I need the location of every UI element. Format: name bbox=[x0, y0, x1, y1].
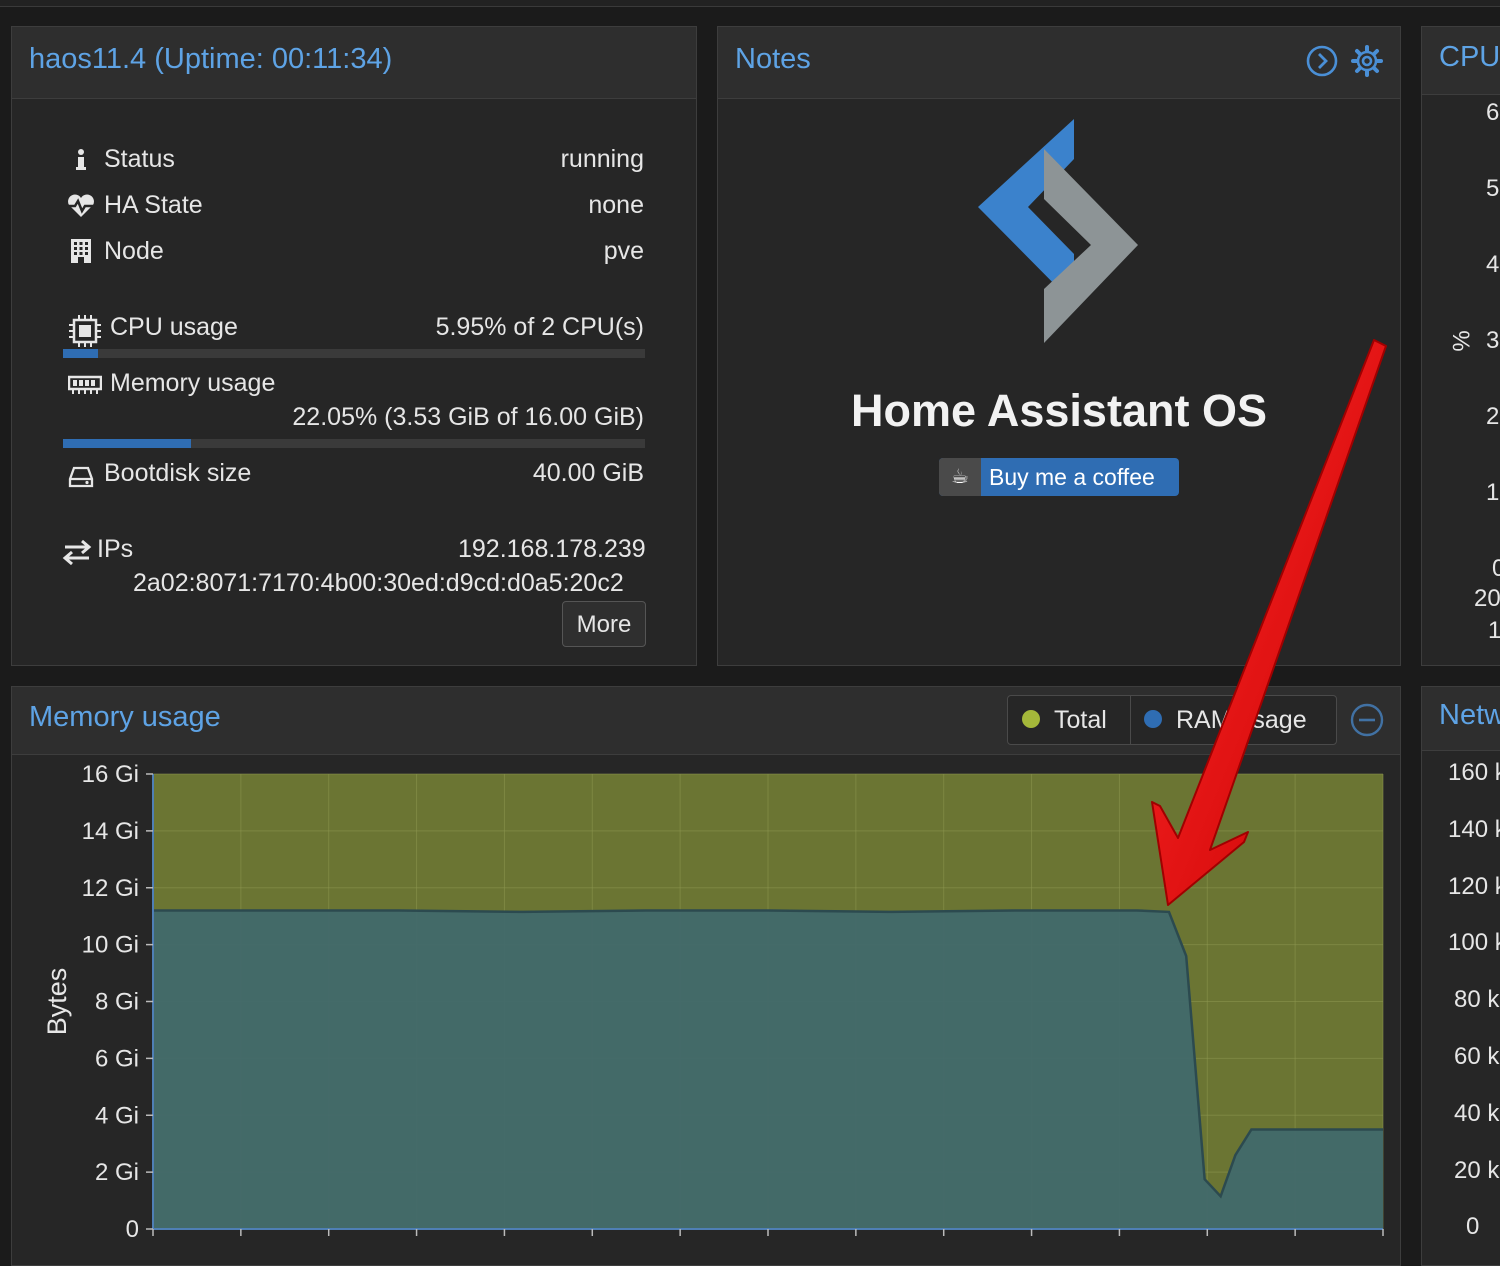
memory-chart-title: Memory usage bbox=[29, 701, 221, 733]
ips-label: IPs bbox=[97, 535, 134, 563]
cpu-y-tick: 4 bbox=[1486, 251, 1500, 278]
legend-dot-ram bbox=[1144, 710, 1162, 729]
network-y-tick: 60 k bbox=[1454, 1043, 1500, 1070]
memory-usage-bar bbox=[63, 439, 645, 448]
info-icon bbox=[76, 149, 86, 170]
bootdisk-label: Bootdisk size bbox=[104, 459, 252, 487]
cpu-y-tick: 2 bbox=[1486, 403, 1500, 430]
hard-disk-icon bbox=[68, 466, 94, 488]
top-toolbar-edge bbox=[0, 0, 1500, 7]
building-icon bbox=[71, 239, 91, 263]
memory-usage-value: 22.05% (3.53 GiB of 16.00 GiB) bbox=[292, 403, 644, 431]
y-tick-label: 16 Gi bbox=[82, 761, 139, 788]
buy-me-a-coffee-button[interactable]: ☕ Buy me a coffee bbox=[939, 458, 1179, 496]
y-tick-label: 12 Gi bbox=[82, 875, 139, 902]
cpu-usage-value: 5.95% of 2 CPU(s) bbox=[435, 313, 644, 341]
cpu-y-tick: 5 bbox=[1486, 175, 1500, 202]
network-y-tick: 0 bbox=[1466, 1213, 1480, 1241]
network-panel-title: Netw bbox=[1439, 699, 1500, 731]
network-y-tick: 80 k bbox=[1454, 986, 1500, 1014]
memory-module-icon bbox=[68, 375, 102, 394]
cpu-y-tick: 6 bbox=[1486, 99, 1500, 126]
memory-chart-header: Memory usage Total RAM usage bbox=[12, 687, 1400, 755]
memory-usage-chart: 0 2 Gi 4 Gi 6 Gi 8 Gi 10 Gi 12 Gi 14 Gi 16 Gi Byt… bbox=[42, 761, 1384, 1243]
network-y-tick: 40 k bbox=[1454, 1099, 1500, 1127]
cpu-panel-title: CPU bbox=[1439, 41, 1500, 73]
memory-chart-panel: Memory usage Total RAM usage 0 2 Gi 4 Gi 6 … bbox=[11, 686, 1401, 1266]
legend-item-total[interactable]: Total bbox=[1022, 696, 1107, 744]
cpu-usage-bar-fill bbox=[63, 349, 98, 358]
heartbeat-icon bbox=[68, 194, 94, 217]
ipv6-address: 2a02:8071:7170:4b00:30ed:d9cd:d0a5:20c2 bbox=[133, 569, 624, 597]
legend-label-ram: RAM usage bbox=[1176, 706, 1307, 734]
ha-state-label: HA State bbox=[104, 191, 203, 219]
y-tick-label: 8 Gi bbox=[95, 989, 139, 1016]
exchange-arrows-icon bbox=[62, 539, 92, 565]
cpu-x-tick: 20 bbox=[1474, 585, 1500, 612]
y-tick-label: 0 bbox=[126, 1216, 139, 1243]
y-tick-label: 14 Gi bbox=[82, 818, 139, 845]
legend-dot-total bbox=[1022, 710, 1040, 729]
notes-heading: Home Assistant OS bbox=[851, 385, 1267, 436]
cpu-y-tick: 1 bbox=[1486, 479, 1500, 506]
cpu-panel-header: CPU bbox=[1422, 27, 1500, 95]
legend-label-total: Total bbox=[1054, 706, 1107, 734]
cpu-y-tick: 0 bbox=[1492, 555, 1500, 582]
cpu-usage-label: CPU usage bbox=[110, 313, 238, 341]
status-panel: haos11.4 (Uptime: 00:11:34) Status runni… bbox=[11, 26, 697, 666]
gear-icon[interactable] bbox=[1350, 44, 1384, 78]
node-value: pve bbox=[603, 237, 644, 265]
network-y-tick: 20 k bbox=[1454, 1156, 1500, 1184]
coffee-button-label: Buy me a coffee bbox=[989, 464, 1155, 490]
legend-item-ram-usage[interactable]: RAM usage bbox=[1144, 696, 1307, 744]
ipv4-address: 192.168.178.239 bbox=[458, 535, 646, 563]
cpu-panel: CPU 6 5 4 % 3 2 1 0 20 1 bbox=[1421, 26, 1500, 666]
network-y-tick: 120 k bbox=[1448, 872, 1500, 900]
memory-usage-bar-fill bbox=[63, 439, 192, 448]
chart-legend: Total RAM usage bbox=[1007, 695, 1337, 745]
notes-panel-header: Notes bbox=[718, 27, 1400, 99]
bootdisk-value: 40.00 GiB bbox=[532, 459, 644, 487]
status-panel-header: haos11.4 (Uptime: 00:11:34) bbox=[12, 27, 696, 99]
status-panel-title: haos11.4 (Uptime: 00:11:34) bbox=[29, 43, 393, 75]
legend-divider bbox=[1130, 696, 1131, 744]
network-y-tick: 100 k bbox=[1448, 929, 1500, 957]
ha-state-value: none bbox=[588, 191, 644, 219]
cpu-x-tick: 1 bbox=[1488, 617, 1500, 644]
y-axis-label: Bytes bbox=[42, 968, 72, 1036]
chevron-right-circle-icon[interactable] bbox=[1305, 44, 1339, 78]
network-y-tick: 140 k bbox=[1448, 815, 1500, 843]
status-label: Status bbox=[104, 145, 175, 173]
collapse-minus-icon[interactable] bbox=[1350, 703, 1384, 737]
memory-usage-label: Memory usage bbox=[110, 369, 276, 397]
cpu-y-tick: 3 bbox=[1486, 327, 1500, 354]
network-panel: Netw 160 k 140 k 120 k 100 k 80 k 60 k 40 k 20 … bbox=[1421, 686, 1500, 1266]
network-y-tick: 160 k bbox=[1448, 759, 1500, 786]
y-tick-label: 6 Gi bbox=[95, 1045, 139, 1072]
coffee-cup-icon: ☕ bbox=[939, 458, 981, 496]
network-panel-header: Netw bbox=[1422, 687, 1500, 751]
y-tick-label: 4 Gi bbox=[95, 1102, 139, 1129]
node-label: Node bbox=[104, 237, 164, 265]
more-ips-button[interactable]: More bbox=[562, 601, 646, 647]
status-value: running bbox=[560, 145, 644, 173]
notes-panel: Notes Home Assistant OS ☕ Buy me a coffe… bbox=[717, 26, 1401, 666]
y-tick-label: 2 Gi bbox=[95, 1159, 139, 1186]
home-assistant-os-logo bbox=[978, 119, 1138, 343]
cpu-usage-bar bbox=[63, 349, 645, 358]
notes-panel-title: Notes bbox=[735, 43, 811, 75]
cpu-chip-icon bbox=[69, 315, 101, 347]
y-tick-label: 10 Gi bbox=[82, 932, 139, 959]
cpu-y-axis-label: % bbox=[1448, 330, 1476, 352]
